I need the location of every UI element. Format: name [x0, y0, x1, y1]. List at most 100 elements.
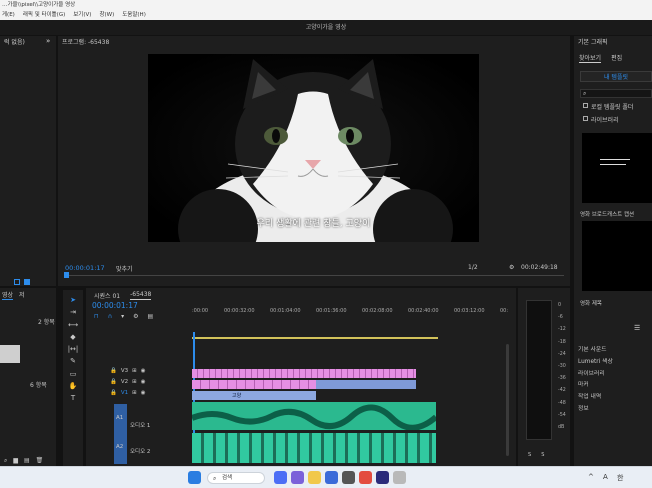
panel-history[interactable]: 작업 내역: [578, 392, 613, 404]
work-area-bar[interactable]: [192, 337, 438, 339]
eye-icon[interactable]: ◉: [141, 368, 146, 378]
solo-left-button[interactable]: S: [528, 452, 531, 458]
clip-v3-graphics[interactable]: [192, 369, 416, 378]
edge-icon[interactable]: [325, 471, 338, 484]
meter-tick: dB: [558, 425, 565, 431]
panel-libraries[interactable]: 라이브러리: [578, 369, 613, 381]
sync-icon[interactable]: ⊞: [132, 379, 137, 389]
tray-chevron-icon[interactable]: ^: [588, 473, 594, 481]
lock-icon[interactable]: 🔒: [110, 379, 117, 389]
ripple-edit-icon[interactable]: ⟷: [67, 319, 79, 331]
playhead-marker[interactable]: [64, 272, 69, 278]
panel-more-icon[interactable]: »: [46, 37, 50, 45]
menu-window[interactable]: 창(W): [99, 10, 114, 20]
template-thumb-2[interactable]: [582, 221, 652, 291]
scrub-bar[interactable]: [64, 275, 564, 276]
lock-icon[interactable]: 🔒: [110, 390, 117, 400]
fit-dropdown[interactable]: 맞추기: [116, 264, 133, 273]
slip-icon[interactable]: |↔|: [67, 343, 79, 355]
folder-icon[interactable]: ▆: [13, 457, 18, 465]
checkbox-local[interactable]: [583, 103, 588, 108]
add-marker-icon[interactable]: ▾: [121, 313, 124, 320]
timeline-panel: 시퀀스 01 -65438 00:00:01:17 ⊓ ∩ ▾ ⚙ ▤ :00:…: [86, 288, 516, 469]
essential-graphics-panel: 기본 그래픽 찾아보기 편집 내 템플릿 ⌕ 로컬 템플릿 폴더 라이브러리 영…: [574, 36, 652, 352]
list-view-icon[interactable]: ☰: [634, 324, 640, 332]
rectangle-icon[interactable]: ▭: [67, 368, 79, 380]
wrench-icon[interactable]: [24, 279, 30, 285]
premiere-icon[interactable]: [376, 471, 389, 484]
subtitle-text: 우리 생활에 관련 창들, 고양이: [256, 219, 371, 229]
sync-icon[interactable]: ⊞: [132, 390, 137, 400]
track-label-v1[interactable]: V1: [121, 390, 128, 400]
timeline-vertical-scrollbar[interactable]: [506, 344, 509, 456]
language-indicator[interactable]: 한: [617, 473, 623, 483]
program-timecode[interactable]: 00:00:01:17: [65, 264, 105, 272]
track-label-v3[interactable]: V3: [121, 368, 128, 378]
project-thumbnail[interactable]: [0, 345, 20, 363]
my-templates-button[interactable]: 내 템플릿: [580, 71, 652, 82]
track-label-a2[interactable]: A2: [116, 444, 123, 450]
ime-indicator[interactable]: A: [603, 473, 608, 481]
snap-icon[interactable]: ⊓: [94, 313, 99, 320]
new-item-icon[interactable]: ▤: [24, 457, 30, 465]
tab-other[interactable]: 저: [19, 290, 25, 300]
trash-icon[interactable]: 🗑: [36, 457, 44, 465]
chat-icon[interactable]: [291, 471, 304, 484]
sync-icon[interactable]: ⊞: [132, 368, 137, 378]
tab-project[interactable]: 영상: [2, 290, 14, 300]
clip-a2-audio[interactable]: [192, 433, 436, 463]
explorer-icon[interactable]: [308, 471, 321, 484]
task-view-icon[interactable]: [274, 471, 287, 484]
checkbox-library[interactable]: [583, 116, 588, 121]
clip-v2-video[interactable]: [316, 380, 416, 389]
windows-start-icon[interactable]: [188, 471, 201, 484]
tab-browse[interactable]: 찾아보기: [579, 53, 602, 63]
search-icon: ⌕: [213, 475, 217, 482]
menu-view[interactable]: 보기(V): [73, 10, 91, 20]
settings-icon[interactable]: ⚙: [133, 313, 138, 320]
audio-source-patch[interactable]: [114, 404, 127, 464]
track-select-icon[interactable]: ⇥: [67, 306, 79, 318]
eg-search-input[interactable]: [580, 89, 652, 98]
timeline-ruler[interactable]: :00:00 00:00:32:00 00:01:04:00 00:01:36:…: [192, 308, 512, 318]
razor-icon[interactable]: ◆: [67, 331, 79, 343]
right-panel-list: 기본 사운드 Lumetri 색상 라이브러리 마커 작업 내역 정보: [574, 342, 652, 466]
link-icon[interactable]: ∩: [108, 313, 112, 320]
clip-v1-video[interactable]: 고양: [192, 391, 316, 400]
filter-icon[interactable]: [14, 279, 20, 285]
lock-icon[interactable]: 🔒: [110, 368, 117, 378]
panel-info[interactable]: 정보: [578, 404, 613, 416]
eye-icon[interactable]: ◉: [141, 379, 146, 389]
menu-help[interactable]: 도움말(H): [122, 10, 146, 20]
eye-icon[interactable]: ◉: [141, 390, 146, 400]
program-tab[interactable]: 프로그램: -65438: [58, 36, 570, 50]
search-icon: ⌕: [583, 90, 587, 97]
tab-edit[interactable]: 편집: [611, 53, 622, 63]
app-icon[interactable]: [393, 471, 406, 484]
wrench-settings-icon[interactable]: ⚙: [509, 264, 514, 271]
chrome-icon[interactable]: [359, 471, 372, 484]
panel-essential-sound[interactable]: 기본 사운드: [578, 345, 613, 357]
solo-right-button[interactable]: S: [541, 452, 544, 458]
text-tool-icon[interactable]: T: [67, 392, 79, 404]
quality-dropdown[interactable]: 1/2: [468, 264, 478, 271]
store-icon[interactable]: [342, 471, 355, 484]
template-thumb-1[interactable]: [582, 133, 652, 203]
caption-icon[interactable]: ▤: [148, 313, 154, 320]
tab-sequence-65438[interactable]: -65438: [130, 291, 152, 300]
selection-tool-icon[interactable]: ➤: [67, 294, 79, 306]
track-label-v2[interactable]: V2: [121, 379, 128, 389]
panel-markers[interactable]: 마커: [578, 380, 613, 392]
search-icon[interactable]: ⌕: [4, 457, 7, 465]
panel-lumetri-color[interactable]: Lumetri 색상: [578, 357, 613, 369]
menu-edit[interactable]: 게(E): [2, 10, 15, 20]
clip-a1-audio[interactable]: [190, 402, 438, 431]
track-label-a1[interactable]: A1: [116, 415, 123, 421]
ruler-label: :00:00: [192, 308, 209, 314]
tab-sequence-01[interactable]: 시퀀스 01: [94, 291, 120, 300]
video-frame: 우리 생활에 관련 창들, 고양이: [148, 54, 479, 242]
menu-graphics[interactable]: 래픽 및 타이틀(G): [23, 10, 65, 20]
timeline-timecode[interactable]: 00:00:01:17: [92, 301, 138, 310]
hand-icon[interactable]: ✋: [67, 380, 79, 392]
pen-icon[interactable]: ✎: [67, 355, 79, 367]
